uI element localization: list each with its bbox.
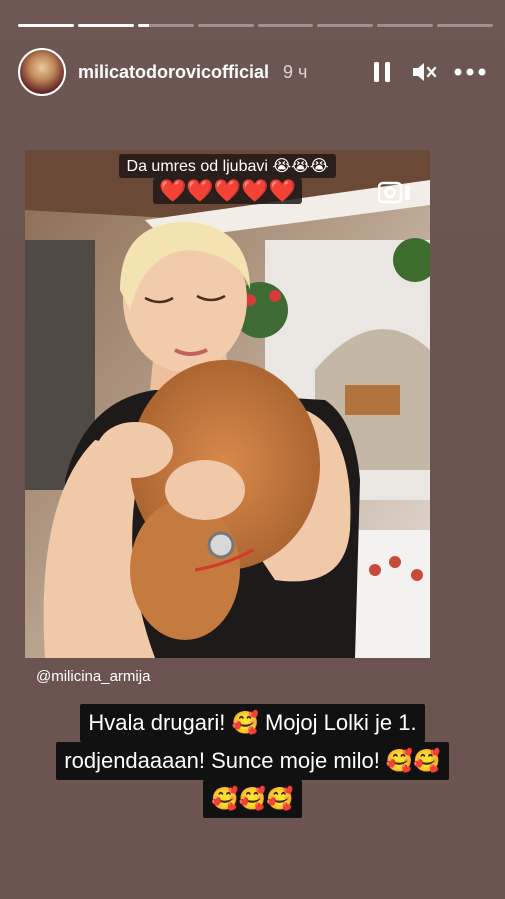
progress-segment bbox=[317, 24, 374, 27]
story-text-line-2: rodjendaaaan! Sunce moje milo! 🥰🥰 bbox=[56, 742, 449, 780]
instagram-camera-icon bbox=[378, 180, 412, 204]
pause-icon[interactable] bbox=[369, 59, 395, 85]
post-time: 9 ч bbox=[283, 61, 308, 82]
avatar[interactable] bbox=[18, 48, 66, 96]
story-photo: Da umres od ljubavi 😭😭😭 ❤️❤️❤️❤️❤️ bbox=[25, 150, 430, 658]
caption-hearts: ❤️❤️❤️❤️❤️ bbox=[153, 178, 302, 204]
photo-illustration bbox=[25, 150, 430, 658]
story-controls bbox=[369, 59, 487, 85]
more-icon[interactable] bbox=[453, 59, 487, 85]
progress-segment bbox=[77, 24, 134, 27]
mention-tag[interactable]: @milicina_armija bbox=[36, 668, 150, 685]
progress-segment bbox=[257, 24, 314, 27]
progress-segment bbox=[377, 24, 434, 27]
photo-caption: Da umres od ljubavi 😭😭😭 ❤️❤️❤️❤️❤️ bbox=[25, 154, 430, 204]
username[interactable]: milicatodorovicofficial bbox=[78, 62, 269, 83]
progress-segment bbox=[197, 24, 254, 27]
story-text-line-1: Hvala drugari! 🥰 Mojoj Lolki je 1. bbox=[80, 704, 425, 742]
story-text-line-3: 🥰🥰🥰 bbox=[203, 780, 302, 818]
story-progress-bar bbox=[18, 24, 493, 27]
progress-segment bbox=[18, 24, 74, 27]
caption-line-1: Da umres od ljubavi 😭😭😭 bbox=[118, 154, 337, 178]
progress-segment-active bbox=[137, 24, 194, 27]
progress-segment bbox=[437, 24, 493, 27]
mute-icon[interactable] bbox=[411, 59, 437, 85]
story-header: milicatodorovicofficial 9 ч bbox=[18, 46, 487, 98]
story-text: Hvala drugari! 🥰 Mojoj Lolki je 1. rodje… bbox=[0, 704, 505, 818]
